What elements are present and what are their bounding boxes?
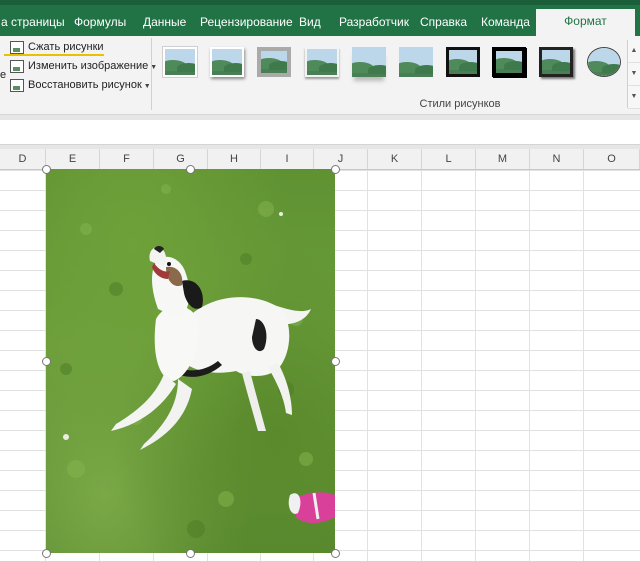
compress-pictures-label: Сжать рисунки (28, 41, 104, 53)
reset-picture-label: Восстановить рисунок (28, 79, 142, 91)
column-header-i[interactable]: I (261, 149, 314, 169)
column-header-j[interactable]: J (314, 149, 368, 169)
resize-handle-right[interactable] (331, 357, 340, 366)
gridline (367, 170, 368, 561)
change-picture-button[interactable]: Изменить изображение ▼ (10, 57, 157, 75)
inserted-picture[interactable] (46, 169, 335, 553)
gridline (421, 170, 422, 561)
picture-style-thumb[interactable] (305, 47, 339, 77)
resize-handle-top-left[interactable] (42, 165, 51, 174)
column-header-d[interactable]: D (0, 149, 46, 169)
reset-picture-icon (10, 78, 24, 92)
chevron-up-icon[interactable]: ▲ (628, 40, 640, 63)
picture-styles-group-label: Стили рисунков (419, 98, 501, 110)
picture-style-thumb[interactable] (163, 47, 197, 77)
picture-style-thumb[interactable] (492, 47, 526, 77)
column-header-m[interactable]: M (476, 149, 530, 169)
tab-data[interactable]: Данные (143, 10, 186, 36)
column-header-l[interactable]: L (422, 149, 476, 169)
dog-photo (60, 184, 335, 538)
gridline (583, 170, 584, 561)
ribbon-format: Сжать рисунки Изменить изображение ▼ Восс… (0, 36, 640, 115)
column-header-k[interactable]: K (368, 149, 422, 169)
tab-view[interactable]: Вид (299, 10, 321, 36)
gridline (475, 170, 476, 561)
tab-page-layout[interactable]: а страницы (1, 10, 65, 36)
resize-handle-bottom[interactable] (186, 549, 195, 558)
picture-style-thumb[interactable] (257, 47, 291, 77)
column-header-g[interactable]: G (154, 149, 208, 169)
tab-review[interactable]: Рецензирование (200, 10, 293, 36)
picture-style-thumb[interactable] (446, 47, 480, 77)
ribbon-tab-bar: а страницы Формулы Данные Рецензирование… (0, 0, 640, 36)
picture-style-thumb[interactable] (399, 47, 433, 77)
change-picture-label: Изменить изображение (28, 60, 149, 72)
resize-handle-top[interactable] (186, 165, 195, 174)
clipped-ribbon-text: е (0, 69, 7, 81)
tab-formulas[interactable]: Формулы (74, 10, 126, 36)
column-headers: D E F G H I J K L M N O (0, 149, 640, 170)
resize-handle-bottom-right[interactable] (331, 549, 340, 558)
highlight-underline (4, 54, 104, 56)
resize-handle-bottom-left[interactable] (42, 549, 51, 558)
formula-bar[interactable] (0, 120, 640, 145)
picture-style-thumb[interactable] (539, 47, 573, 77)
group-separator (151, 38, 152, 110)
compress-pictures-icon (10, 40, 24, 54)
column-header-f[interactable]: F (100, 149, 154, 169)
chevron-down-icon[interactable]: ▼ (628, 63, 640, 86)
picture-style-thumb[interactable] (210, 47, 244, 77)
column-header-o[interactable]: O (584, 149, 640, 169)
gridline (529, 170, 530, 561)
column-header-n[interactable]: N (530, 149, 584, 169)
change-picture-icon (10, 59, 24, 73)
tab-developer[interactable]: Разработчик (339, 10, 409, 36)
column-header-e[interactable]: E (46, 149, 100, 169)
tab-help[interactable]: Справка (420, 10, 467, 36)
column-header-h[interactable]: H (208, 149, 261, 169)
tab-team[interactable]: Команда (481, 10, 530, 36)
reset-picture-button[interactable]: Восстановить рисунок ▼ (10, 76, 151, 94)
tab-format[interactable]: Формат (536, 9, 635, 36)
resize-handle-left[interactable] (42, 357, 51, 366)
gallery-scrollbar[interactable]: ▲ ▼ ▼ (627, 40, 640, 109)
picture-style-thumb[interactable] (352, 47, 386, 77)
resize-handle-top-right[interactable] (331, 165, 340, 174)
more-icon[interactable]: ▼ (628, 86, 640, 109)
chevron-down-icon: ▼ (143, 83, 151, 90)
picture-style-thumb[interactable] (587, 47, 621, 77)
